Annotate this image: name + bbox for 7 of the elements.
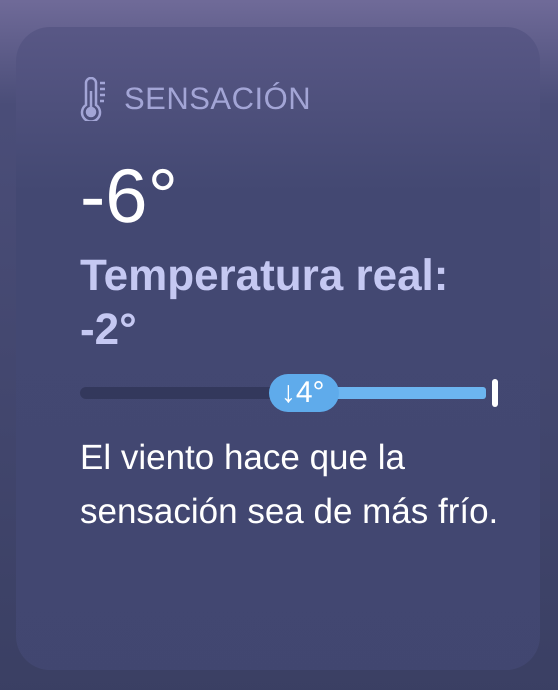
- actual-temperature: Temperatura real: -2°: [80, 250, 450, 356]
- card-title: SENSACIÓN: [124, 81, 312, 117]
- slider-end-marker: [492, 379, 498, 408]
- temperature-value: -6°: [80, 159, 179, 235]
- description: El viento hace que la sensación sea de más frío.: [80, 437, 500, 534]
- difference-badge: ↓4°: [268, 374, 339, 412]
- thermometer-icon: [80, 77, 106, 121]
